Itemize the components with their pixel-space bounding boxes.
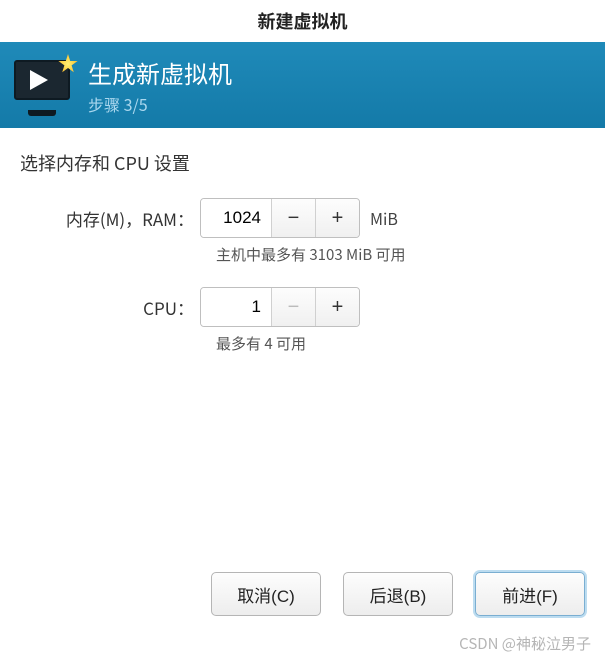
cpu-increase-button[interactable]: + [315, 288, 359, 326]
section-title: 选择内存和 CPU 设置 [20, 150, 585, 176]
new-vm-icon [14, 60, 74, 110]
cpu-decrease-button: − [271, 288, 315, 326]
memory-label: 内存(M)，RAM： [20, 206, 200, 231]
memory-decrease-button[interactable]: − [271, 199, 315, 237]
cpu-label: CPU： [20, 295, 200, 320]
memory-increase-button[interactable]: + [315, 199, 359, 237]
content-area: 选择内存和 CPU 设置 内存(M)，RAM： − + MiB 主机中最多有 3… [0, 128, 605, 398]
cpu-input[interactable] [201, 288, 271, 326]
forward-button[interactable]: 前进(F) [475, 572, 585, 616]
memory-input[interactable] [201, 199, 271, 237]
back-button[interactable]: 后退(B) [343, 572, 453, 616]
watermark: CSDN @神秘泣男子 [459, 633, 591, 654]
cpu-hint: 最多有 4 可用 [216, 333, 585, 354]
footer-buttons: 取消(C) 后退(B) 前进(F) [211, 572, 585, 616]
memory-hint: 主机中最多有 3103 MiB 可用 [216, 244, 585, 265]
cancel-button[interactable]: 取消(C) [211, 572, 321, 616]
memory-stepper: − + [200, 198, 360, 238]
header-step: 步骤 3/5 [88, 92, 232, 116]
cpu-row: CPU： − + [20, 287, 585, 327]
wizard-header: 生成新虚拟机 步骤 3/5 [0, 42, 605, 128]
cpu-stepper: − + [200, 287, 360, 327]
memory-unit: MiB [370, 206, 398, 230]
header-title: 生成新虚拟机 [88, 55, 232, 90]
window-title: 新建虚拟机 [0, 0, 605, 42]
memory-row: 内存(M)，RAM： − + MiB [20, 198, 585, 238]
